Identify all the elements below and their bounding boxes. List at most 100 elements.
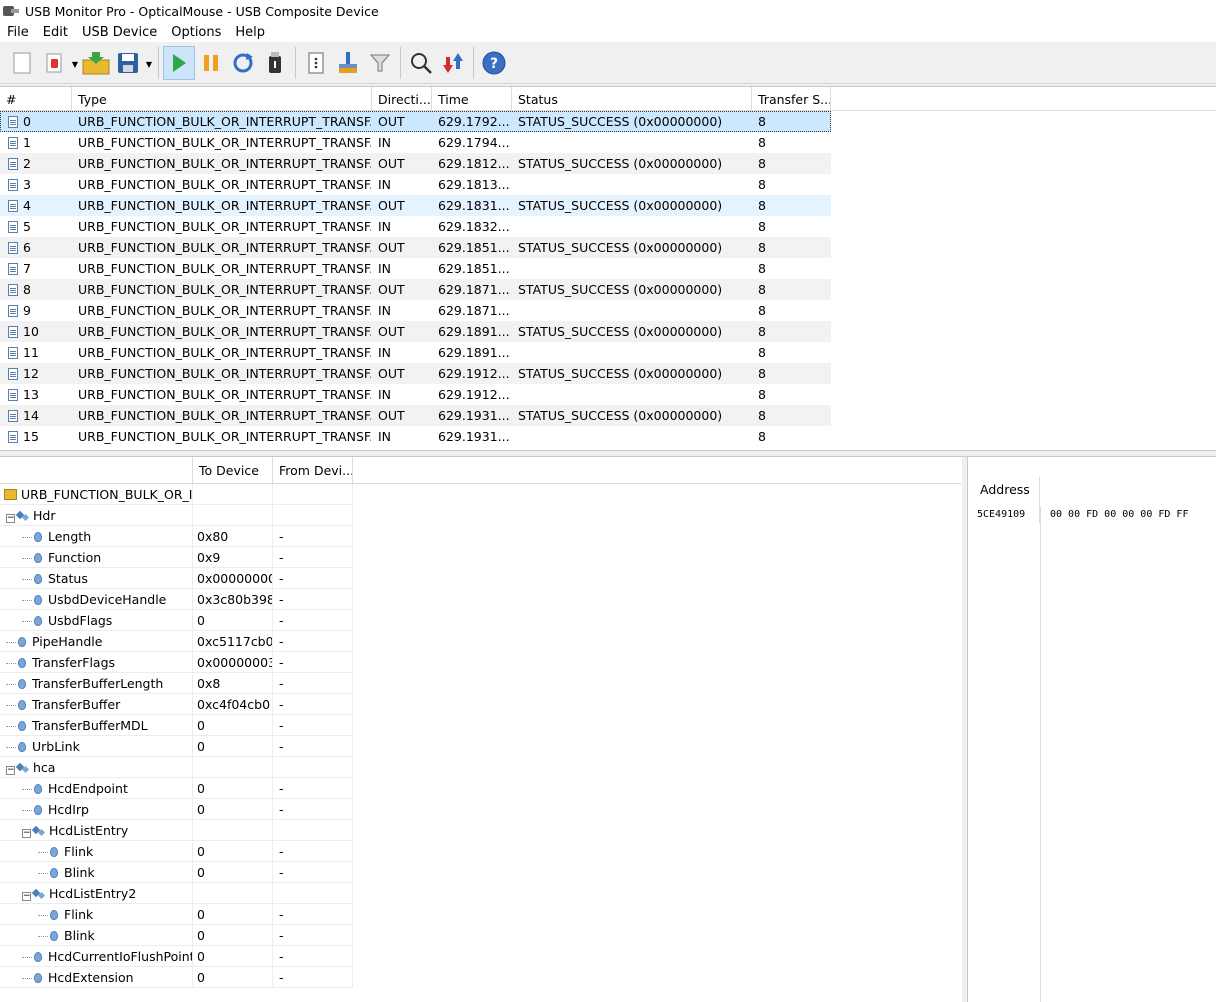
table-row[interactable]: 6 URB_FUNCTION_BULK_OR_INTERRUPT_TRANSF..…	[0, 236, 1216, 258]
transfer-rows: 0 URB_FUNCTION_BULK_OR_INTERRUPT_TRANSF..…	[0, 110, 1216, 447]
tree-row[interactable]: − HcdListEntry	[0, 820, 353, 841]
table-row[interactable]: 11 URB_FUNCTION_BULK_OR_INTERRUPT_TRANSF.…	[0, 342, 1216, 363]
tree-row[interactable]: − HcdListEntry2	[0, 883, 353, 904]
collapse-icon[interactable]: −	[6, 766, 15, 775]
collapse-icon[interactable]: −	[22, 892, 31, 901]
refresh-button[interactable]	[227, 46, 259, 80]
table-row[interactable]: 5 URB_FUNCTION_BULK_OR_INTERRUPT_TRANSF..…	[0, 216, 1216, 237]
menu-usb-device[interactable]: USB Device	[75, 25, 164, 40]
table-row[interactable]: 10 URB_FUNCTION_BULK_OR_INTERRUPT_TRANSF.…	[0, 320, 1216, 342]
tree-row[interactable]: TransferBuffer 0xc4f04cb0-	[0, 694, 353, 715]
open-button[interactable]: ▼	[38, 46, 78, 80]
folder-open-button[interactable]	[80, 46, 112, 80]
search-button[interactable]	[405, 46, 437, 80]
row-type: URB_FUNCTION_BULK_OR_INTERRUPT_TRANSF...	[78, 407, 372, 423]
properties-button[interactable]	[300, 46, 332, 80]
table-row[interactable]: 4 URB_FUNCTION_BULK_OR_INTERRUPT_TRANSF..…	[0, 194, 1216, 216]
tree-column-to-device[interactable]: To Device	[193, 457, 273, 483]
horizontal-splitter[interactable]	[0, 450, 1216, 457]
row-transfer-size: 8	[758, 323, 766, 339]
help-button[interactable]: ?	[478, 46, 510, 80]
row-status: STATUS_SUCCESS (0x00000000)	[518, 365, 723, 381]
row-type: URB_FUNCTION_BULK_OR_INTERRUPT_TRANSF...	[78, 323, 372, 339]
tree-column-from-device[interactable]: From Devi...	[273, 457, 353, 483]
menu-options[interactable]: Options	[164, 25, 228, 40]
table-row[interactable]: 8 URB_FUNCTION_BULK_OR_INTERRUPT_TRANSF..…	[0, 278, 1216, 300]
sort-button[interactable]	[437, 46, 469, 80]
chevron-down-icon[interactable]: ▼	[72, 60, 78, 69]
tree-row[interactable]: PipeHandle 0xc5117cb0-	[0, 631, 353, 652]
tree-row-label: Blink	[64, 928, 95, 943]
clear-button[interactable]	[332, 46, 364, 80]
table-row[interactable]: 15 URB_FUNCTION_BULK_OR_INTERRUPT_TRANSF.…	[0, 426, 1216, 447]
table-row[interactable]: 7 URB_FUNCTION_BULK_OR_INTERRUPT_TRANSF..…	[0, 258, 1216, 279]
tree-row-to-device: 0	[193, 904, 273, 924]
table-row[interactable]: 13 URB_FUNCTION_BULK_OR_INTERRUPT_TRANSF.…	[0, 384, 1216, 405]
column-header-number[interactable]: #	[0, 87, 72, 110]
tree-row[interactable]: Length 0x80-	[0, 526, 353, 547]
tree-row[interactable]: HcdEndpoint 0-	[0, 778, 353, 799]
tree-root[interactable]: URB_FUNCTION_BULK_OR_IN	[0, 484, 353, 505]
tree-row[interactable]: TransferBufferLength 0x8-	[0, 673, 353, 694]
tree-row[interactable]: Function 0x9-	[0, 547, 353, 568]
table-row[interactable]: 2 URB_FUNCTION_BULK_OR_INTERRUPT_TRANSF..…	[0, 152, 1216, 174]
tree-row[interactable]: − hca	[0, 757, 353, 778]
table-row[interactable]: 14 URB_FUNCTION_BULK_OR_INTERRUPT_TRANSF.…	[0, 404, 1216, 426]
column-header-direction[interactable]: Directi...	[372, 87, 432, 110]
table-row[interactable]: 1 URB_FUNCTION_BULK_OR_INTERRUPT_TRANSF..…	[0, 132, 1216, 153]
tree-row[interactable]: Flink 0-	[0, 841, 353, 862]
toolbar-separator	[158, 46, 159, 79]
field-icon	[34, 784, 42, 794]
tree-row[interactable]: Flink 0-	[0, 904, 353, 925]
chevron-down-icon[interactable]: ▼	[146, 60, 152, 69]
tree-row[interactable]: Blink 0-	[0, 925, 353, 946]
column-header-status[interactable]: Status	[512, 87, 752, 110]
tree-row[interactable]: UsbdDeviceHandle 0x3c80b398-	[0, 589, 353, 610]
row-transfer-size: 8	[758, 218, 766, 234]
pause-button[interactable]	[195, 46, 227, 80]
tree-row-name: HcdEndpoint	[0, 778, 193, 798]
row-direction: IN	[378, 176, 392, 192]
tree-row-to-device: 0	[193, 778, 273, 798]
tree-row[interactable]: Status 0x00000000 (-	[0, 568, 353, 589]
filter-button[interactable]	[364, 46, 396, 80]
column-header-transfer-size[interactable]: Transfer S...	[752, 87, 831, 110]
tree-row[interactable]: UrbLink 0-	[0, 736, 353, 757]
menu-help[interactable]: Help	[228, 25, 272, 40]
device-button[interactable]	[259, 46, 291, 80]
column-header-type[interactable]: Type	[72, 87, 372, 110]
tree-row[interactable]: TransferFlags 0x00000003 (-	[0, 652, 353, 673]
row-direction: IN	[378, 302, 392, 318]
new-button[interactable]	[6, 46, 38, 80]
tree-row-label: hca	[33, 760, 56, 775]
tree-row[interactable]: UsbdFlags 0-	[0, 610, 353, 631]
tree-row[interactable]: Blink 0-	[0, 862, 353, 883]
collapse-icon[interactable]: −	[6, 514, 15, 523]
save-button[interactable]: ▼	[112, 46, 152, 80]
tree-row[interactable]: HcdIrp 0-	[0, 799, 353, 820]
row-number: 4	[0, 195, 72, 216]
menu-edit[interactable]: Edit	[36, 25, 75, 40]
table-row[interactable]: 0 URB_FUNCTION_BULK_OR_INTERRUPT_TRANSF..…	[0, 110, 1216, 132]
tree-row[interactable]: HcdCurrentIoFlushPointer 0-	[0, 946, 353, 967]
hex-view: Address 5CE49109 00 00 FD 00 00 00 FD FF	[967, 457, 1216, 1002]
row-direction: IN	[378, 428, 392, 444]
tree-row[interactable]: − Hdr	[0, 505, 353, 526]
row-transfer-size: 8	[758, 428, 766, 444]
row-time: 629.1891...	[438, 323, 510, 339]
tree-row[interactable]: HcdExtension 0-	[0, 967, 353, 988]
start-button[interactable]	[163, 45, 195, 80]
row-transfer-size: 8	[758, 302, 766, 318]
table-row[interactable]: 12 URB_FUNCTION_BULK_OR_INTERRUPT_TRANSF.…	[0, 362, 1216, 384]
hex-line[interactable]: 5CE49109 00 00 FD 00 00 00 FD FF	[968, 507, 1216, 523]
tree-column-name[interactable]	[0, 457, 193, 483]
tree-row[interactable]: TransferBufferMDL 0-	[0, 715, 353, 736]
collapse-icon[interactable]: −	[22, 829, 31, 838]
struct-icon	[33, 826, 45, 836]
table-row[interactable]: 3 URB_FUNCTION_BULK_OR_INTERRUPT_TRANSF..…	[0, 174, 1216, 195]
column-header-time[interactable]: Time	[432, 87, 512, 110]
hex-column-address[interactable]: Address	[968, 477, 1040, 507]
tree-root-cell: URB_FUNCTION_BULK_OR_IN	[0, 484, 193, 504]
menu-file[interactable]: File	[0, 25, 36, 40]
table-row[interactable]: 9 URB_FUNCTION_BULK_OR_INTERRUPT_TRANSF..…	[0, 300, 1216, 321]
